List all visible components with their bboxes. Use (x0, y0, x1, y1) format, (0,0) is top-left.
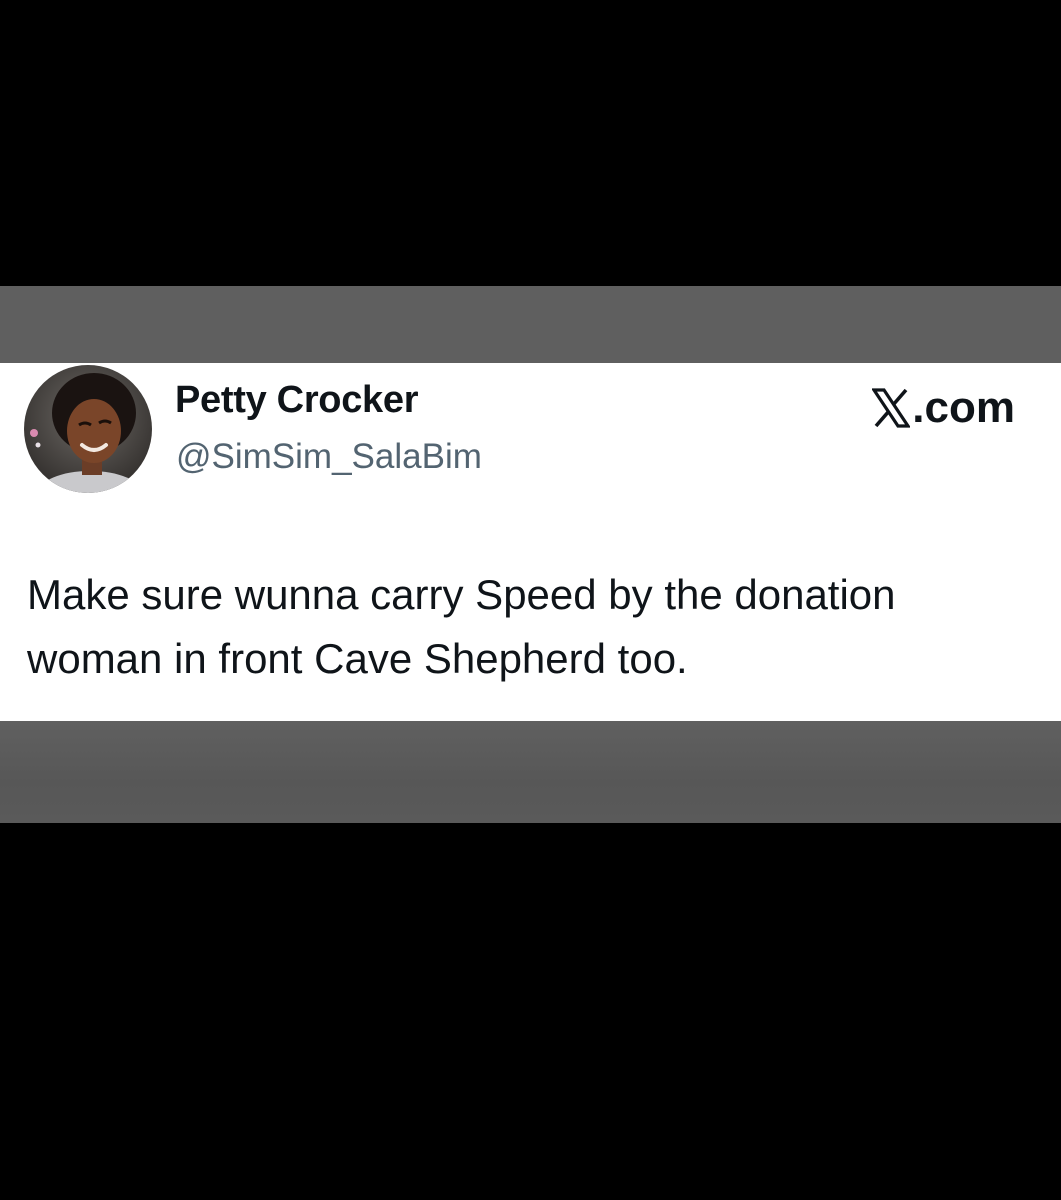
screenshot-frame: Petty Crocker @SimSim_SalaBim .com Make … (0, 0, 1061, 1200)
brand-watermark: .com (871, 383, 1015, 433)
tweet-card: Petty Crocker @SimSim_SalaBim .com Make … (0, 363, 1061, 721)
avatar[interactable] (24, 365, 152, 493)
display-name[interactable]: Petty Crocker (175, 379, 419, 422)
user-handle[interactable]: @SimSim_SalaBim (176, 437, 482, 477)
x-logo-icon (871, 388, 912, 428)
brand-label: .com (912, 383, 1015, 432)
avatar-photo (24, 365, 152, 493)
top-gray-band (0, 286, 1061, 363)
tweet-text: Make sure wunna carry Speed by the donat… (27, 571, 896, 682)
bottom-gray-band (0, 721, 1061, 823)
